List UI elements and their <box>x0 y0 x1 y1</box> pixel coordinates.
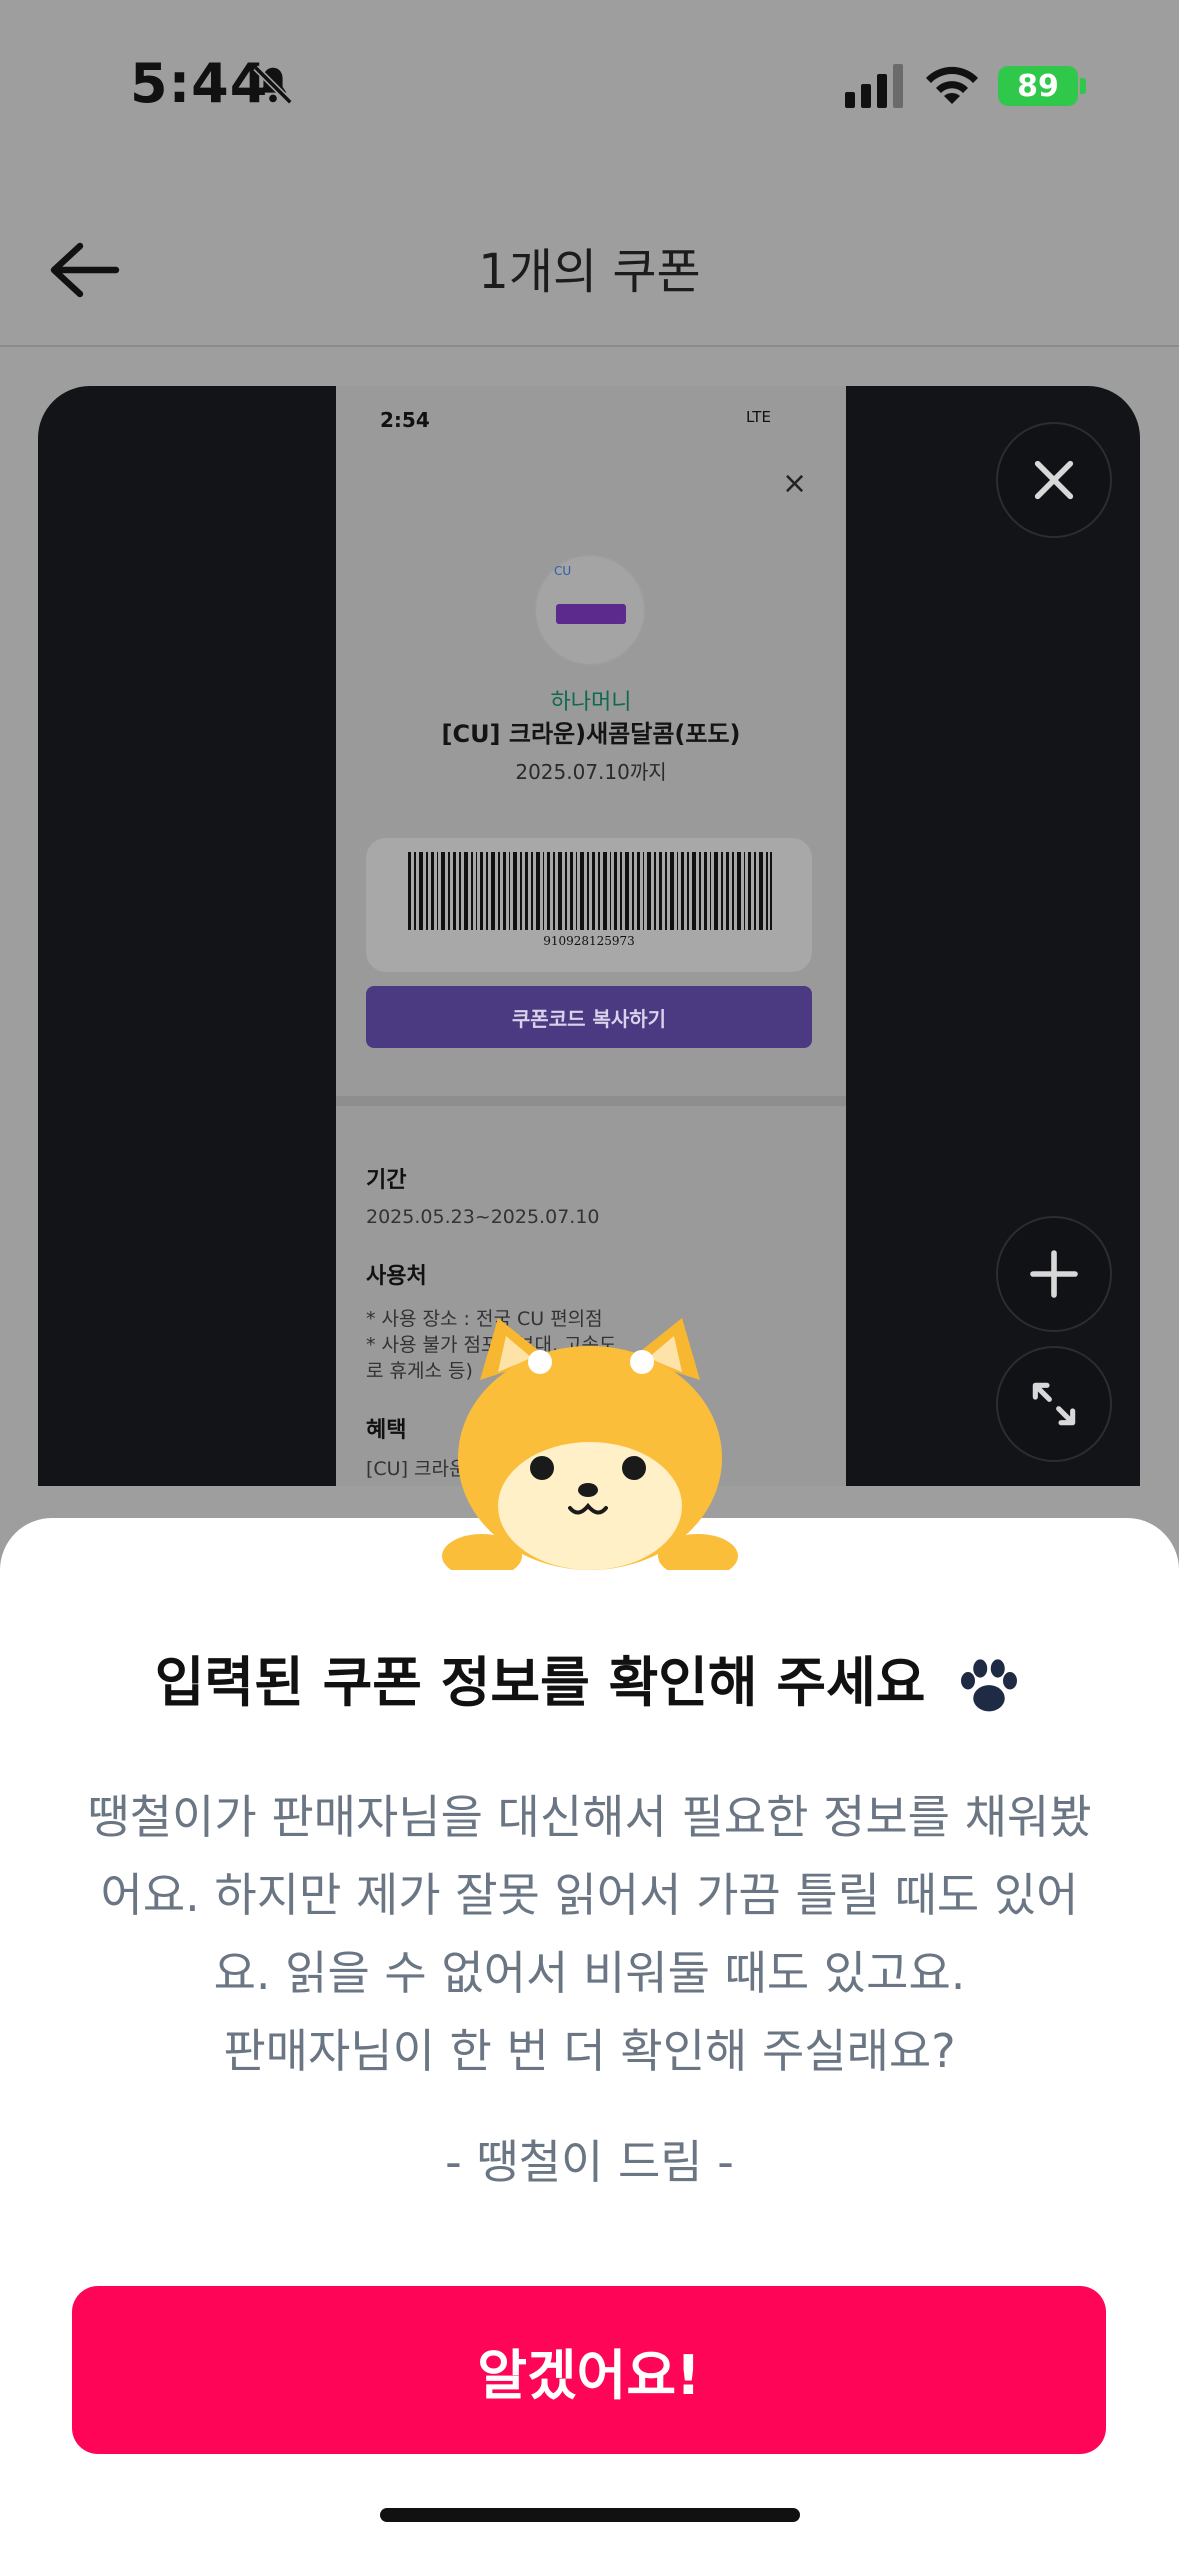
sheet-body-line: 요. 읽을 수 없어서 비워둘 때도 있고요. <box>213 1946 966 2000</box>
product-thumbnail <box>556 604 626 624</box>
signal-icon <box>845 64 903 108</box>
shot-brand: 하나머니 <box>550 690 632 715</box>
shot-usage-label: 사용처 <box>366 1264 427 1289</box>
battery-indicator: 89 <box>998 66 1078 106</box>
shot-copy-button: 쿠폰코드 복사하기 <box>366 986 812 1048</box>
shot-product: [CU] 크라운)새콤달콤(포도) <box>441 720 741 748</box>
expand-icon <box>1032 1382 1076 1426</box>
shot-period-label: 기간 <box>366 1168 407 1193</box>
shot-benefit-label: 혜택 <box>366 1418 407 1443</box>
confirm-button[interactable]: 알겠어요! <box>72 2286 1106 2454</box>
sheet-body-line: 판매자님이 한 번 더 확인해 주실래요? <box>223 2024 956 2078</box>
barcode-number: 910928125973 <box>543 934 635 948</box>
shot-time: 2:54 <box>380 408 430 432</box>
app-header: 1개의 쿠폰 <box>0 190 1179 347</box>
bell-slash-icon <box>253 65 293 105</box>
sheet-signature: - 땡철이 드림 - <box>445 2135 734 2189</box>
paw-icon <box>961 1659 1018 1712</box>
battery-tip <box>1080 78 1086 94</box>
shiba-mascot-icon <box>442 1318 738 1570</box>
status-time: 5:44 <box>130 52 269 115</box>
expand-button[interactable] <box>996 1346 1112 1462</box>
sheet-title: 입력된 쿠폰 정보를 확인해 주세요 <box>0 1638 1179 1718</box>
shot-period-value: 2025.05.23~2025.07.10 <box>366 1206 600 1228</box>
zoom-in-icon <box>1030 1250 1078 1298</box>
barcode-box: 910928125973 <box>366 838 812 972</box>
shot-close-icon: × <box>782 466 808 501</box>
wifi-icon <box>926 66 978 104</box>
shot-network: LTE <box>746 408 771 426</box>
logo-mark: CU <box>554 564 572 578</box>
page-title: 1개의 쿠폰 <box>478 244 701 300</box>
close-viewer-button[interactable] <box>996 422 1112 538</box>
status-bar: 5:44 89 <box>0 0 1179 170</box>
shot-divider <box>336 1096 846 1106</box>
info-bottom-sheet: 입력된 쿠폰 정보를 확인해 주세요 땡철이가 판매자님을 대신해서 필요한 정… <box>0 1518 1179 2556</box>
sheet-body-line: 어요. 하지만 제가 잘못 읽어서 가끔 틀릴 때도 있어 <box>100 1868 1079 1922</box>
sheet-title-text: 입력된 쿠폰 정보를 확인해 주세요 <box>154 1651 926 1714</box>
sheet-body-line: 땡철이가 판매자님을 대신해서 필요한 정보를 채워봤 <box>87 1790 1092 1844</box>
home-indicator[interactable] <box>380 2508 800 2522</box>
brand-logo: CU <box>534 554 646 666</box>
barcode <box>408 852 772 930</box>
close-icon <box>1034 460 1074 500</box>
shot-expire: 2025.07.10까지 <box>515 760 667 784</box>
sheet-body: 땡철이가 판매자님을 대신해서 필요한 정보를 채워봤 어요. 하지만 제가 잘… <box>60 1778 1119 2090</box>
zoom-in-button[interactable] <box>996 1216 1112 1332</box>
